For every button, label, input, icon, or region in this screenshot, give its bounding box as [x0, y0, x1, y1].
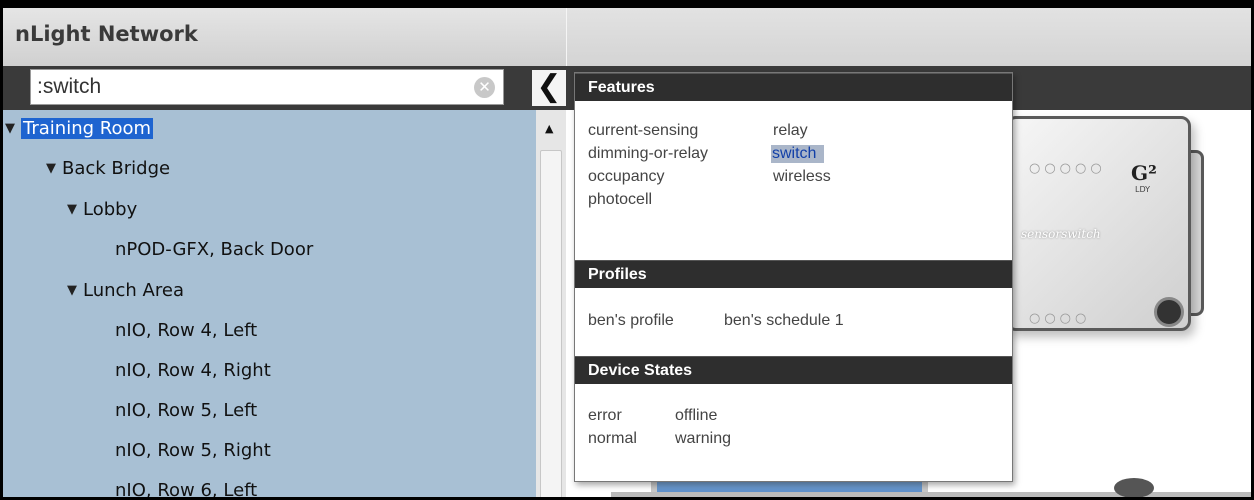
tree-item-lunch-area[interactable]: ▼ Lunch Area	[67, 280, 184, 301]
section-header-device-states: Device States	[575, 356, 1012, 384]
chevron-left-icon[interactable]: ❮	[532, 70, 566, 106]
device-image: ○○○○○ G² LDY sensorswitch ○○○○	[1006, 116, 1191, 331]
app-title: nLight Network	[15, 22, 198, 46]
tree-scrollbar[interactable]: ▲	[536, 110, 566, 497]
title-bar: nLight Network	[3, 8, 1251, 66]
device-tree: ▼ Training Room ▼ Back Bridge ▼ Lobby nPOD-…	[3, 110, 537, 500]
section-header-features: Features	[575, 73, 1012, 101]
filter-option[interactable]: photocell	[588, 191, 652, 209]
device-badge-sub: LDY	[1135, 185, 1151, 194]
filter-option[interactable]: relay	[773, 122, 808, 140]
filter-option[interactable]: current-sensing	[588, 122, 698, 140]
device-knob-secondary	[1114, 478, 1154, 497]
tree-item-lobby[interactable]: ▼ Lobby	[67, 199, 137, 220]
filter-option[interactable]: error	[588, 407, 622, 425]
tree-item-label: Lobby	[83, 199, 138, 220]
expand-triangle-icon[interactable]: ▼	[67, 202, 77, 217]
section-header-profiles: Profiles	[575, 260, 1012, 288]
filter-option[interactable]: ben's profile	[588, 312, 674, 330]
tree-item-back-bridge[interactable]: ▼ Back Bridge	[46, 158, 170, 179]
filter-option-selected[interactable]: switch	[771, 145, 825, 163]
filter-option[interactable]: normal	[588, 430, 637, 448]
filter-option[interactable]: ben's schedule 1	[724, 312, 844, 330]
device-dots: ○○○○	[1029, 311, 1091, 326]
device-shadow	[611, 492, 1251, 497]
tree-item-label: Training Room	[21, 118, 154, 139]
tree-item-device[interactable]: nIO, Row 5, Left	[115, 400, 257, 421]
clear-circle-icon[interactable]: ✕	[474, 77, 495, 98]
expand-triangle-icon[interactable]: ▼	[46, 161, 56, 176]
tree-item-training-room[interactable]: ▼ Training Room	[5, 118, 154, 139]
tree-item-label: nPOD-GFX, Back Door	[115, 239, 314, 260]
tree-item-device[interactable]: nIO, Row 5, Right	[115, 440, 271, 461]
filter-option[interactable]: wireless	[773, 168, 831, 186]
filter-option[interactable]: occupancy	[588, 168, 665, 186]
tree-item-label: Back Bridge	[62, 158, 171, 179]
device-dots: ○○○○○	[1029, 161, 1106, 176]
filter-popup: Features current-sensing relay dimming-o…	[574, 72, 1013, 482]
filter-option[interactable]: dimming-or-relay	[588, 145, 708, 163]
tree-item-label: Lunch Area	[83, 280, 184, 301]
search-input[interactable]	[37, 74, 457, 100]
filter-option[interactable]: offline	[675, 407, 717, 425]
tree-item-device[interactable]: nIO, Row 4, Right	[115, 360, 271, 381]
filter-option[interactable]: warning	[675, 430, 731, 448]
tree-item-device[interactable]: nIO, Row 6, Left	[115, 480, 258, 500]
tree-item-label: nIO, Row 4, Right	[115, 360, 271, 381]
title-bar-left: nLight Network	[3, 8, 567, 66]
scroll-up-icon[interactable]: ▲	[545, 122, 553, 135]
device-badge: G²	[1131, 161, 1157, 185]
scroll-thumb[interactable]	[540, 150, 562, 497]
expand-triangle-icon[interactable]: ▼	[5, 121, 15, 136]
tree-item-label: nIO, Row 6, Left	[115, 480, 258, 500]
device-brand: sensorswitch	[1021, 227, 1101, 241]
tree-item-label: nIO, Row 5, Left	[115, 400, 258, 421]
search-box[interactable]: ✕	[30, 69, 504, 105]
tree-item-label: nIO, Row 5, Right	[115, 440, 271, 461]
tree-item-label: nIO, Row 4, Left	[115, 320, 258, 341]
tree-item-device[interactable]: nPOD-GFX, Back Door	[115, 239, 313, 260]
app-window: nLight Network ✕ ❮ ▼ Training Room ▼ Back …	[0, 0, 1254, 500]
device-knob	[1154, 297, 1184, 327]
expand-triangle-icon[interactable]: ▼	[67, 283, 77, 298]
tree-item-device[interactable]: nIO, Row 4, Left	[115, 320, 257, 341]
